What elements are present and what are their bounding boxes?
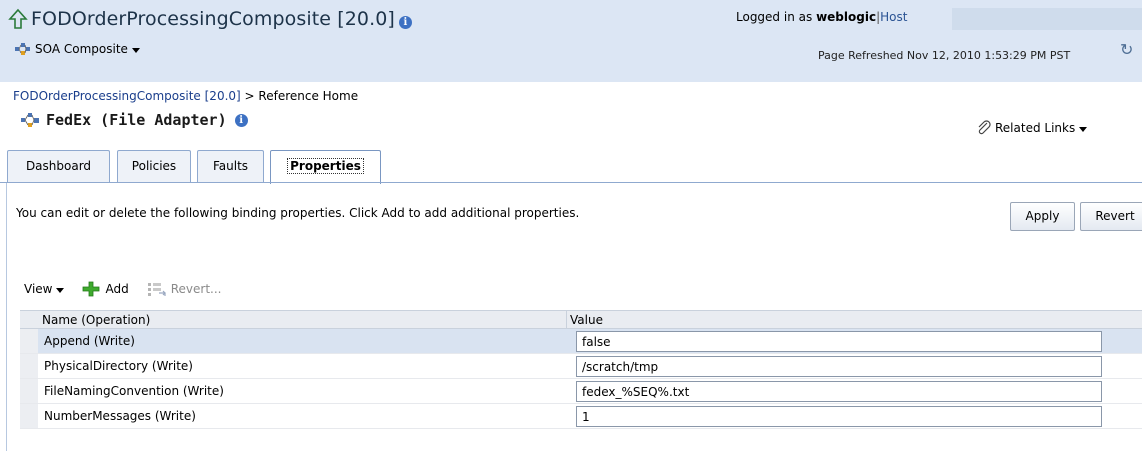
add-button[interactable]: Add	[82, 281, 129, 297]
host-field	[952, 8, 1142, 30]
table-row[interactable]: PhysicalDirectory (Write)	[20, 354, 1142, 379]
property-value-field[interactable]	[576, 356, 1102, 377]
chevron-down-icon	[56, 287, 65, 293]
view-menu[interactable]: View	[24, 282, 65, 296]
apply-button[interactable]: Apply	[1010, 202, 1075, 231]
title-row: FODOrderProcessingComposite [20.0] i	[8, 8, 412, 30]
properties-table: Name (Operation) Value Append (Write) Ph…	[20, 310, 1142, 429]
property-name: NumberMessages (Write)	[44, 409, 196, 423]
tab-faults[interactable]: Faults	[197, 150, 264, 183]
revert-toolbar-label: Revert...	[170, 282, 222, 296]
adapter-icon	[21, 112, 39, 127]
page-title: FODOrderProcessingComposite [20.0]	[31, 8, 395, 30]
property-name: FileNamingConvention (Write)	[44, 384, 224, 398]
paperclip-icon	[978, 120, 991, 135]
reference-info-icon[interactable]: i	[234, 113, 248, 127]
tab-dashboard[interactable]: Dashboard	[7, 150, 110, 183]
row-selector[interactable]	[20, 404, 38, 428]
table-row[interactable]: NumberMessages (Write)	[20, 404, 1142, 429]
revert-button[interactable]: Revert	[1080, 202, 1142, 231]
tab-policies[interactable]: Policies	[117, 150, 191, 183]
breadcrumb-separator: >	[240, 89, 259, 103]
soa-composite-menu[interactable]: SOA Composite	[14, 42, 140, 56]
logged-in-prefix: Logged in as	[736, 10, 813, 24]
login-info: Logged in as weblogic|Host	[736, 10, 907, 24]
chevron-down-icon	[131, 47, 140, 53]
row-selector[interactable]	[20, 354, 38, 378]
page-refreshed-time: Page Refreshed Nov 12, 2010 1:53:29 PM P…	[818, 49, 1071, 62]
breadcrumb: FODOrderProcessingComposite [20.0] > Ref…	[13, 89, 358, 103]
host-link[interactable]: Host	[880, 10, 907, 24]
tab-bar: Dashboard Policies Faults Properties	[0, 145, 1142, 184]
composite-icon	[15, 43, 30, 55]
plus-icon	[83, 281, 100, 297]
row-selector[interactable]	[20, 329, 38, 353]
property-value-field[interactable]	[576, 331, 1102, 352]
view-label: View	[24, 282, 53, 296]
property-value-field[interactable]	[576, 406, 1102, 427]
table-row[interactable]: Append (Write)	[20, 329, 1142, 354]
column-header-name[interactable]: Name (Operation)	[42, 313, 150, 327]
breadcrumb-composite-link[interactable]: FODOrderProcessingComposite [20.0]	[13, 89, 241, 103]
revert-toolbar-button[interactable]: Revert...	[147, 281, 222, 297]
revert-icon	[147, 283, 166, 296]
column-header-value[interactable]: Value	[570, 313, 603, 327]
tab-policies-label: Policies	[131, 159, 177, 173]
info-icon[interactable]: i	[398, 15, 412, 29]
column-divider	[566, 311, 567, 330]
table-toolbar: View Add Revert...	[24, 281, 221, 297]
property-value-field[interactable]	[576, 381, 1102, 402]
property-name: Append (Write)	[44, 334, 135, 348]
add-label: Add	[105, 282, 129, 296]
intro-text: You can edit or delete the following bin…	[16, 206, 580, 220]
tab-faults-label: Faults	[212, 159, 249, 173]
tab-dashboard-label: Dashboard	[25, 159, 92, 173]
related-links-label: Related Links	[995, 121, 1076, 135]
breadcrumb-current: Reference Home	[258, 89, 359, 103]
row-selector[interactable]	[20, 379, 38, 403]
tab-properties[interactable]: Properties	[270, 150, 381, 184]
chevron-down-icon	[1079, 126, 1088, 132]
reference-title: FedEx (File Adapter)	[46, 111, 227, 129]
table-header: Name (Operation) Value	[20, 310, 1142, 330]
user-name: weblogic	[816, 10, 877, 24]
related-links-menu[interactable]: Related Links	[976, 120, 1088, 136]
property-name: PhysicalDirectory (Write)	[44, 359, 193, 373]
soa-composite-label: SOA Composite	[35, 42, 128, 56]
table-row[interactable]: FileNamingConvention (Write)	[20, 379, 1142, 404]
reference-title-row: FedEx (File Adapter) i	[20, 111, 248, 129]
refresh-icon[interactable]: ↻	[1120, 40, 1133, 59]
up-arrow-icon[interactable]	[8, 8, 28, 30]
tab-properties-label: Properties	[287, 158, 364, 174]
